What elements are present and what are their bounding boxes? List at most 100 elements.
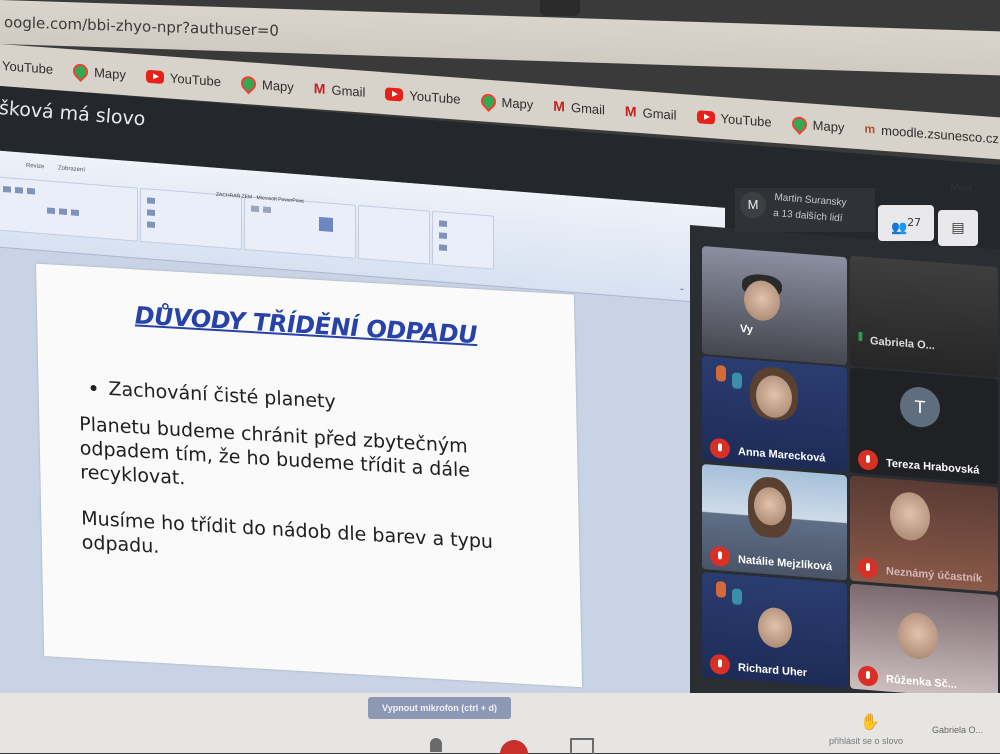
participant-video bbox=[758, 606, 792, 650]
bookmark-label: YouTube bbox=[720, 110, 772, 130]
ribbon-tab-zobrazeni[interactable]: Zobrazení bbox=[58, 165, 85, 173]
slide-paragraph-1: Planetu budeme chránit před zbytečným od… bbox=[79, 413, 471, 490]
text-direction-icon[interactable] bbox=[147, 197, 155, 204]
shared-powerpoint-window: Revize Zobrazení – × ZACHRAŇ ZEM bbox=[0, 150, 725, 753]
select-icon[interactable] bbox=[439, 244, 447, 251]
shapes-icon[interactable] bbox=[263, 206, 271, 214]
arrange-icon[interactable] bbox=[319, 216, 333, 232]
bookmark-label: YouTube bbox=[2, 57, 54, 77]
bookmark-label: Mapy bbox=[94, 64, 126, 82]
bookmark-mapy[interactable]: Mapy bbox=[237, 72, 294, 95]
participant-name: Růženka Sč... bbox=[886, 673, 957, 692]
participant-tile-anna[interactable]: Anna Marecková bbox=[702, 355, 847, 473]
raise-hand-label[interactable]: přihlásit se o slovo bbox=[826, 736, 906, 746]
format-icon[interactable] bbox=[15, 186, 23, 194]
gmail-icon: M bbox=[553, 97, 565, 115]
bookmark-label: Mapy bbox=[501, 94, 534, 112]
align-icon[interactable] bbox=[59, 208, 67, 216]
maps-pin-icon bbox=[477, 90, 499, 112]
participant-tile-ruzenka[interactable]: Růženka Sč... bbox=[850, 583, 998, 701]
avatar: T bbox=[900, 385, 940, 429]
bookmark-label: Mapy bbox=[261, 76, 294, 95]
bookmark-label: Gmail bbox=[570, 99, 605, 117]
mic-off-icon bbox=[710, 653, 730, 676]
participant-tile-tereza[interactable]: T Tereza Hrabovská bbox=[850, 367, 998, 485]
maps-pin-icon bbox=[788, 113, 810, 135]
bookmark-label: YouTube bbox=[409, 87, 461, 107]
bullet-icon bbox=[90, 384, 97, 392]
align-icon[interactable] bbox=[71, 209, 79, 217]
camera-button[interactable] bbox=[570, 738, 594, 754]
minimize-icon[interactable]: – bbox=[680, 284, 684, 293]
youtube-icon bbox=[385, 86, 404, 102]
shapes-icon[interactable] bbox=[251, 205, 259, 213]
chat-button[interactable]: ▤ bbox=[938, 210, 978, 246]
youtube-icon bbox=[696, 109, 715, 124]
chat-icon: ▤ bbox=[951, 220, 965, 236]
participant-name: Vy bbox=[740, 322, 754, 336]
people-button[interactable]: 👥27 bbox=[878, 205, 934, 241]
slide-paragraph-2: Musíme ho třídit do nádob dle barev a ty… bbox=[81, 507, 494, 558]
bookmark-mapy[interactable]: Mapy bbox=[477, 90, 534, 112]
slide-title: DŮVODY TŘÍDĚNÍ ODPADU bbox=[134, 301, 478, 350]
align-text-icon[interactable] bbox=[147, 209, 155, 216]
mic-off-icon bbox=[858, 449, 878, 471]
moodle-icon: m bbox=[864, 121, 876, 137]
align-icon[interactable] bbox=[47, 207, 55, 215]
youtube-icon bbox=[145, 69, 164, 84]
bookmark-gmail[interactable]: M Gmail bbox=[625, 103, 677, 123]
slide-canvas: DŮVODY TŘÍDĚNÍ ODPADU Zachování čisté pl… bbox=[36, 263, 583, 688]
bookmark-youtube[interactable]: YouTube bbox=[2, 58, 53, 77]
replace-icon[interactable] bbox=[439, 232, 447, 239]
bookmark-label: Gmail bbox=[642, 104, 677, 123]
gmail-icon: M bbox=[313, 80, 326, 97]
bullet-text: Zachování čisté planety bbox=[108, 377, 336, 413]
mic-off-icon bbox=[858, 557, 878, 579]
people-icon: 👥 bbox=[891, 220, 908, 236]
participant-tile-unknown[interactable]: Neznámý účastník bbox=[850, 475, 998, 593]
people-count: 27 bbox=[907, 216, 921, 229]
bookmark-gmail[interactable]: M Gmail bbox=[314, 80, 366, 100]
format-icon[interactable] bbox=[3, 186, 11, 193]
participant-name: Anna Marecková bbox=[738, 445, 826, 465]
participant-name: Tereza Hrabovská bbox=[886, 457, 980, 477]
speaking-indicator-icon: ⦀ bbox=[858, 330, 863, 344]
ribbon-tab-revize[interactable]: Revize bbox=[26, 163, 44, 170]
presenter-info-text: Martin Suransky a 13 dalších lidí bbox=[772, 190, 847, 228]
gmail-icon: M bbox=[624, 102, 637, 120]
meet-logo-label: Meet bbox=[949, 182, 973, 195]
participant-name: Neznámý účastník bbox=[886, 565, 982, 585]
mic-off-icon bbox=[710, 545, 730, 568]
participant-tile-gabriela[interactable]: Gabriela O... ⦀ bbox=[850, 255, 998, 378]
mic-tooltip: Vypnout mikrofon (ctrl + d) bbox=[368, 697, 511, 719]
bookmark-moodle[interactable]: m moodle.zsunesco.cz bbox=[864, 121, 999, 146]
maps-pin-icon bbox=[69, 60, 92, 82]
participant-tile-self[interactable]: Vy bbox=[702, 245, 847, 366]
ribbon-group-font bbox=[0, 176, 138, 242]
participant-video bbox=[890, 490, 930, 542]
ribbon-group-styles bbox=[358, 204, 430, 265]
bookmark-gmail[interactable]: M Gmail bbox=[553, 98, 605, 118]
participant-tile-natalie[interactable]: Natálie Mejzlíková bbox=[702, 463, 847, 581]
participant-name: Richard Uher bbox=[738, 661, 808, 680]
find-icon[interactable] bbox=[439, 220, 447, 227]
participant-video bbox=[898, 611, 938, 661]
bookmark-youtube[interactable]: YouTube bbox=[145, 68, 221, 89]
webcam-housing bbox=[540, 0, 580, 16]
smartart-icon[interactable] bbox=[147, 221, 155, 228]
presenter-avatar: M bbox=[740, 192, 766, 218]
bookmark-youtube[interactable]: YouTube bbox=[385, 86, 461, 107]
raise-hand-icon[interactable]: ✋ bbox=[860, 712, 880, 731]
participant-name: Natálie Mejzlíková bbox=[738, 553, 833, 574]
format-icon[interactable] bbox=[27, 187, 35, 195]
mic-off-icon bbox=[858, 665, 878, 687]
maps-pin-icon bbox=[237, 72, 260, 94]
participant-tile-richard[interactable]: Richard Uher bbox=[702, 571, 847, 689]
bookmark-label: Gmail bbox=[331, 81, 366, 100]
bookmark-mapy[interactable]: Mapy bbox=[69, 60, 126, 82]
bookmark-label: Mapy bbox=[812, 117, 845, 135]
bookmark-mapy[interactable]: Mapy bbox=[788, 113, 845, 135]
bookmark-label: moodle.zsunesco.cz bbox=[881, 122, 999, 146]
ribbon-group-editing bbox=[432, 210, 494, 270]
bookmark-youtube[interactable]: YouTube bbox=[696, 109, 772, 130]
